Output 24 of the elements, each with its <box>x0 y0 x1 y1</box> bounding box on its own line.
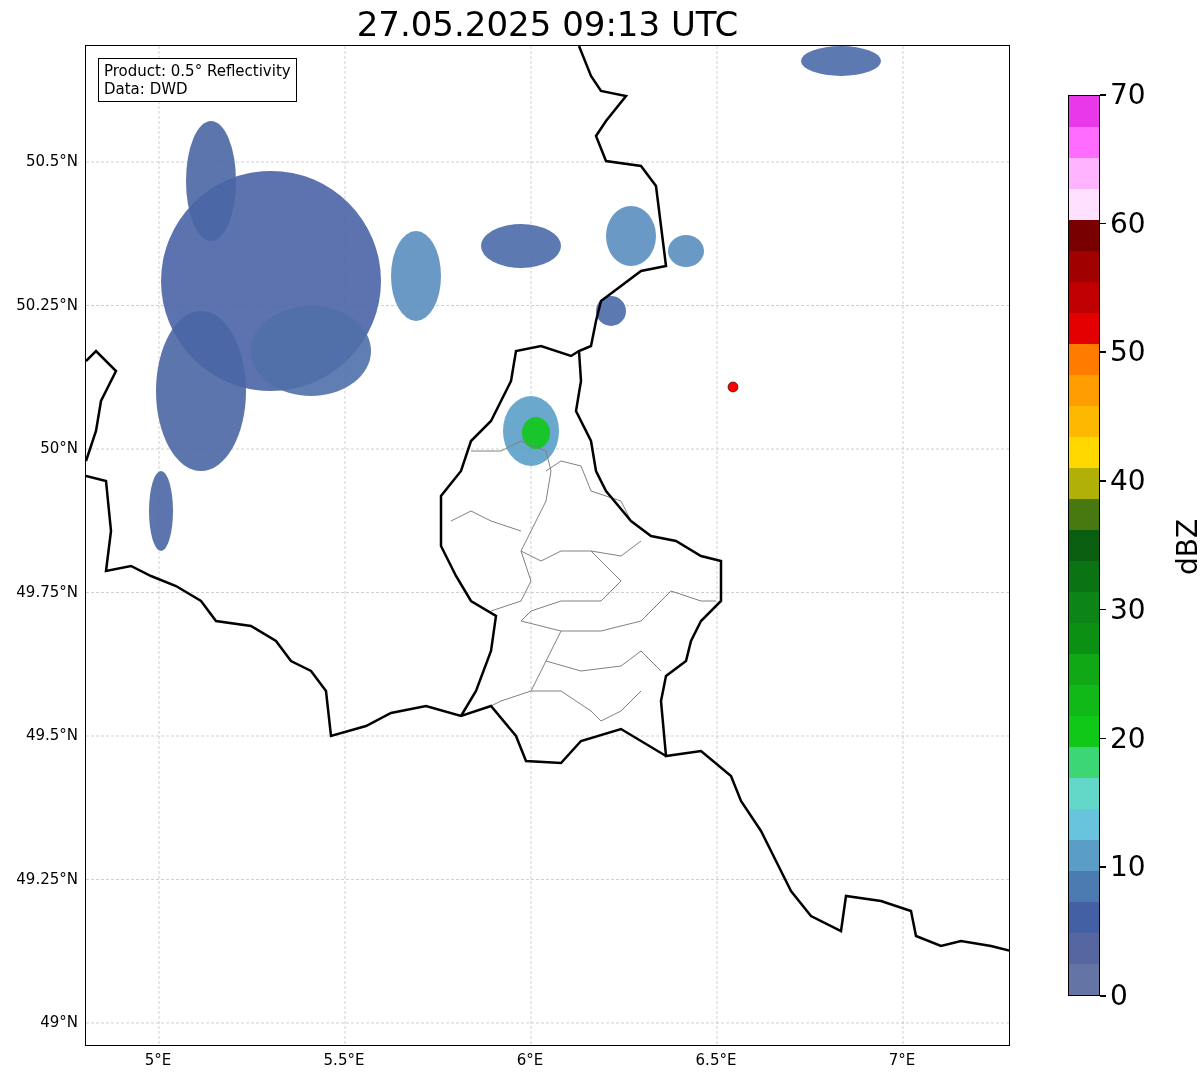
colorbar-label: dBZ <box>1171 518 1202 576</box>
latitude-label: 49°N <box>40 1013 78 1031</box>
longitude-label: 6.5°E <box>694 1051 738 1069</box>
latitude-label: 50°N <box>40 439 78 457</box>
info-text: Product: 0.5° Reflectivity <box>104 62 291 80</box>
colorbar-tick-label: 70 <box>1110 78 1146 112</box>
colorbar-tick-label: 20 <box>1110 721 1146 756</box>
colorbar-tick-label: 30 <box>1110 592 1146 627</box>
colorbar-tick-label: 60 <box>1110 206 1146 241</box>
chart-title: 27.05.2025 09:13 UTC <box>355 4 740 44</box>
latitude-label: 50.25°N <box>16 295 78 314</box>
longitude-label: 5.5°E <box>322 1051 366 1069</box>
latitude-label: 50.5°N <box>25 152 78 170</box>
longitude-label: 5°E <box>143 1051 173 1069</box>
longitude-label: 6°E <box>515 1051 545 1069</box>
colorbar-tick-label: 40 <box>1110 464 1146 499</box>
latitude-label: 49.5°N <box>25 726 78 744</box>
colorbar-tick-label: 0 <box>1110 979 1128 1013</box>
latitude-label: 49.25°N <box>16 869 78 888</box>
latitude-label: 49.75°N <box>16 582 78 601</box>
info-text: Data: DWD <box>104 80 189 98</box>
colorbar-tick-label: 10 <box>1110 850 1146 885</box>
colorbar-tick-label: 50 <box>1110 335 1146 370</box>
longitude-label: 7°E <box>887 1051 917 1069</box>
